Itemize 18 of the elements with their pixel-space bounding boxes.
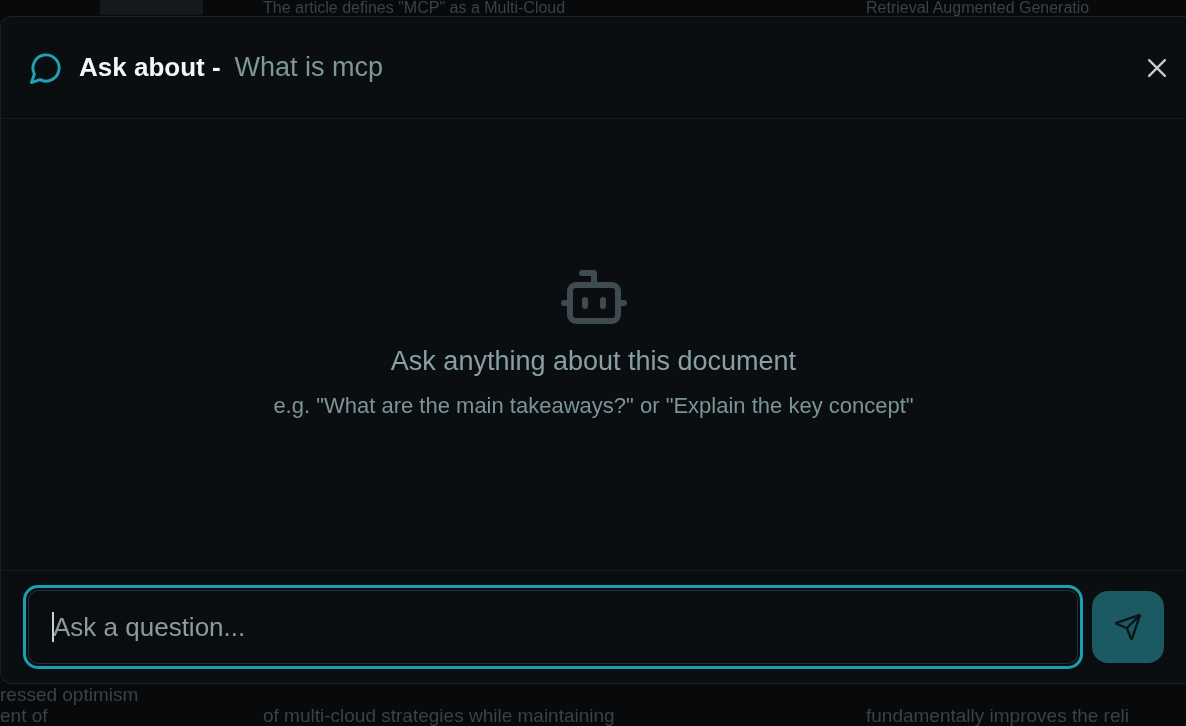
dialog-title: Ask about - — [79, 52, 221, 83]
article-text: ent of — [0, 705, 49, 726]
close-icon — [1148, 58, 1166, 77]
question-input[interactable]: Ask a question... — [23, 585, 1083, 669]
article-text: Retrieval Augmented Generatio — [866, 0, 1091, 16]
empty-state-hint: e.g. "What are the main takeaways?" or "Explain the key concept" — [273, 393, 914, 419]
text-cursor — [52, 612, 54, 642]
article-text: The article defines "MCP" as a Multi-Cloud — [263, 0, 567, 16]
article-text: of multi-cloud strategies while maintaining — [263, 705, 616, 726]
robot-icon — [560, 270, 627, 324]
article-text: ressed optimism — [0, 684, 140, 705]
article-text: fundamentally improves the reli — [866, 705, 1130, 726]
close-button[interactable] — [1148, 58, 1166, 77]
empty-state-heading: Ask anything about this document — [390, 346, 797, 377]
paper-plane-icon — [1115, 614, 1141, 640]
document-title: What is mcp — [234, 52, 384, 83]
send-button[interactable] — [1092, 591, 1164, 663]
chat-bubble-icon — [30, 51, 62, 84]
